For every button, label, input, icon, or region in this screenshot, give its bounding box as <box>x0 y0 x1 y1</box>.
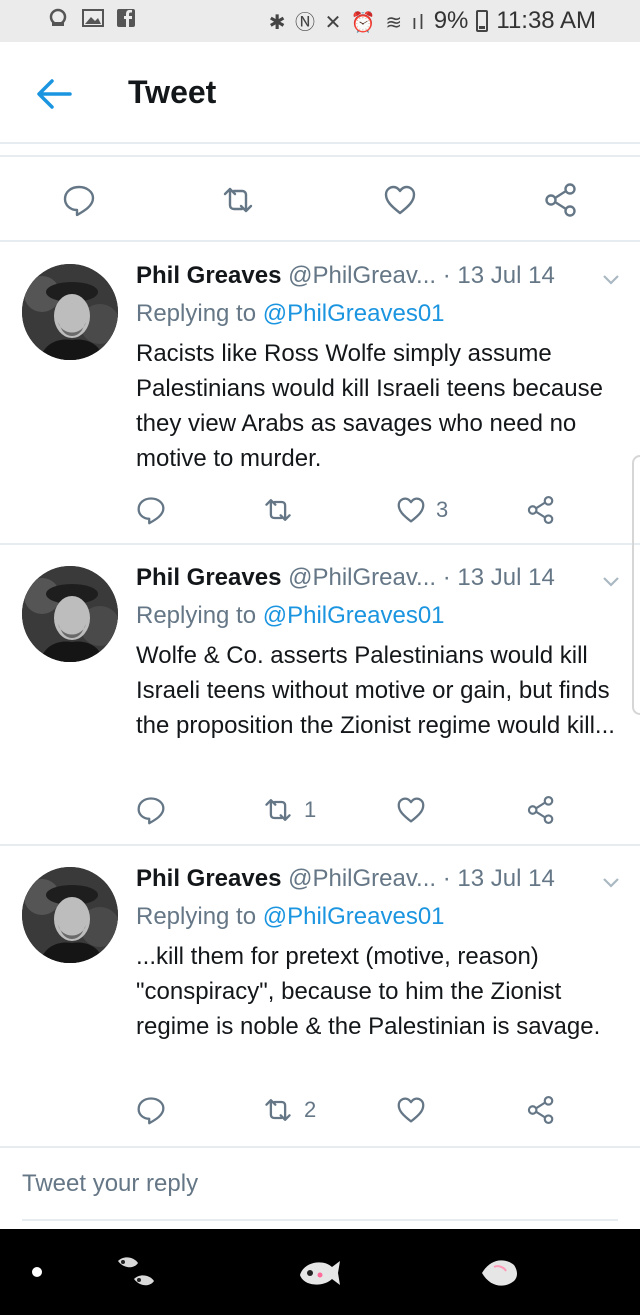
replying-label: Replying to <box>136 602 257 629</box>
like-button[interactable] <box>396 786 436 834</box>
share-button[interactable] <box>543 176 579 224</box>
reply-icon <box>137 497 165 525</box>
avatar[interactable] <box>22 264 118 360</box>
gallery-icon <box>82 8 104 28</box>
like-count: 3 <box>436 497 449 522</box>
divider <box>0 240 640 242</box>
retweet-button[interactable] <box>220 176 256 224</box>
notification-icon <box>48 8 68 28</box>
replying-label: Replying to <box>136 300 257 327</box>
home-icon[interactable] <box>294 1253 344 1298</box>
status-bar: ✱ Ⓝ ✕ ⏰ ≋ ıl 9% 11:38 AM <box>0 0 640 42</box>
avatar[interactable] <box>22 867 118 963</box>
retweet-button[interactable]: 1 <box>262 786 316 834</box>
share-icon <box>527 496 554 524</box>
share-icon <box>545 183 576 217</box>
divider <box>0 844 640 846</box>
reply-input-underline <box>22 1219 618 1221</box>
facebook-icon <box>116 8 136 28</box>
tweet-actions: 1 <box>0 786 640 834</box>
like-button[interactable] <box>396 1086 436 1134</box>
tweet-text: Wolfe & Co. asserts Palestinians would k… <box>136 642 615 739</box>
retweet-icon <box>265 1099 291 1121</box>
tweet-date: · 13 Jul 14 <box>442 262 555 289</box>
retweet-count: 1 <box>304 797 317 822</box>
heart-icon <box>397 497 425 523</box>
notification-icons <box>48 8 136 28</box>
replying-to: Replying to @PhilGreaves01 <box>136 602 445 630</box>
tweet-header: Phil Greaves @PhilGreav... · 13 Jul 14 <box>136 564 555 592</box>
navigation-bar <box>0 1229 640 1315</box>
main-tweet-actions <box>0 176 640 224</box>
divider <box>0 543 640 545</box>
author-handle: @PhilGreav... <box>288 865 437 892</box>
like-button[interactable]: 3 <box>396 486 448 534</box>
replying-to: Replying to @PhilGreaves01 <box>136 903 445 931</box>
back-icon[interactable] <box>474 1253 524 1298</box>
author-name[interactable]: Phil Greaves <box>136 564 281 591</box>
heart-icon <box>397 1097 425 1123</box>
reply-button[interactable] <box>62 176 96 224</box>
recent-apps-icon[interactable] <box>112 1253 162 1298</box>
chevron-down-icon[interactable] <box>600 268 622 290</box>
tweet-actions: 3 <box>0 486 640 534</box>
divider <box>0 155 640 157</box>
author-name[interactable]: Phil Greaves <box>136 865 281 892</box>
back-arrow-icon[interactable] <box>36 78 72 110</box>
author-handle: @PhilGreav... <box>288 262 437 289</box>
retweet-icon <box>223 187 253 213</box>
page-title: Tweet <box>128 74 217 110</box>
mention-link[interactable]: @PhilGreaves01 <box>263 903 445 930</box>
battery-percentage: 9% <box>433 6 469 34</box>
tweet-date: · 13 Jul 14 <box>442 865 555 892</box>
reply-icon <box>63 185 95 217</box>
retweet-icon <box>265 799 291 821</box>
reply-button[interactable] <box>136 786 166 834</box>
bluetooth-nfc-mute-alarm-icons: ✱ Ⓝ ✕ ⏰ ≋ ıl <box>268 12 426 34</box>
like-button[interactable] <box>383 176 417 224</box>
share-button[interactable] <box>526 786 556 834</box>
retweet-button[interactable] <box>262 486 304 534</box>
replying-label: Replying to <box>136 903 257 930</box>
reply-icon <box>137 797 165 825</box>
mention-link[interactable]: @PhilGreaves01 <box>263 602 445 629</box>
nav-dot-icon[interactable] <box>32 1267 42 1277</box>
scroll-indicator <box>632 455 640 715</box>
retweet-button[interactable]: 2 <box>262 1086 316 1134</box>
tweet-actions: 2 <box>0 1086 640 1134</box>
reply-button[interactable] <box>136 1086 166 1134</box>
share-icon <box>527 1096 554 1124</box>
share-button[interactable] <box>526 486 556 534</box>
heart-icon <box>397 797 425 823</box>
clock: 11:38 AM <box>496 6 596 34</box>
author-handle: @PhilGreav... <box>288 564 437 591</box>
tweet-text: ...kill them for pretext (motive, reason… <box>136 943 601 1040</box>
author-name[interactable]: Phil Greaves <box>136 262 281 289</box>
chevron-down-icon[interactable] <box>600 570 622 592</box>
tweet-date: · 13 Jul 14 <box>442 564 555 591</box>
reply-button[interactable] <box>136 486 166 534</box>
retweet-count: 2 <box>304 1097 317 1122</box>
divider <box>0 1146 640 1148</box>
battery-icon <box>476 9 489 32</box>
share-button[interactable] <box>526 1086 556 1134</box>
chevron-down-icon[interactable] <box>600 871 622 893</box>
tweet-header: Phil Greaves @PhilGreav... · 13 Jul 14 <box>136 865 555 893</box>
system-indicators: ✱ Ⓝ ✕ ⏰ ≋ ıl 9% 11:38 AM <box>269 6 596 35</box>
avatar[interactable] <box>22 566 118 662</box>
tweet-header: Phil Greaves @PhilGreav... · 13 Jul 14 <box>136 262 555 290</box>
mention-link[interactable]: @PhilGreaves01 <box>263 300 445 327</box>
reply-input[interactable]: Tweet your reply <box>22 1170 198 1198</box>
retweet-icon <box>265 499 291 521</box>
app-header: Tweet <box>0 42 640 144</box>
share-icon <box>527 796 554 824</box>
heart-icon <box>384 185 416 215</box>
replying-to: Replying to @PhilGreaves01 <box>136 300 445 328</box>
reply-icon <box>137 1097 165 1125</box>
tweet-text: Racists like Ross Wolfe simply assume Pa… <box>136 340 603 472</box>
